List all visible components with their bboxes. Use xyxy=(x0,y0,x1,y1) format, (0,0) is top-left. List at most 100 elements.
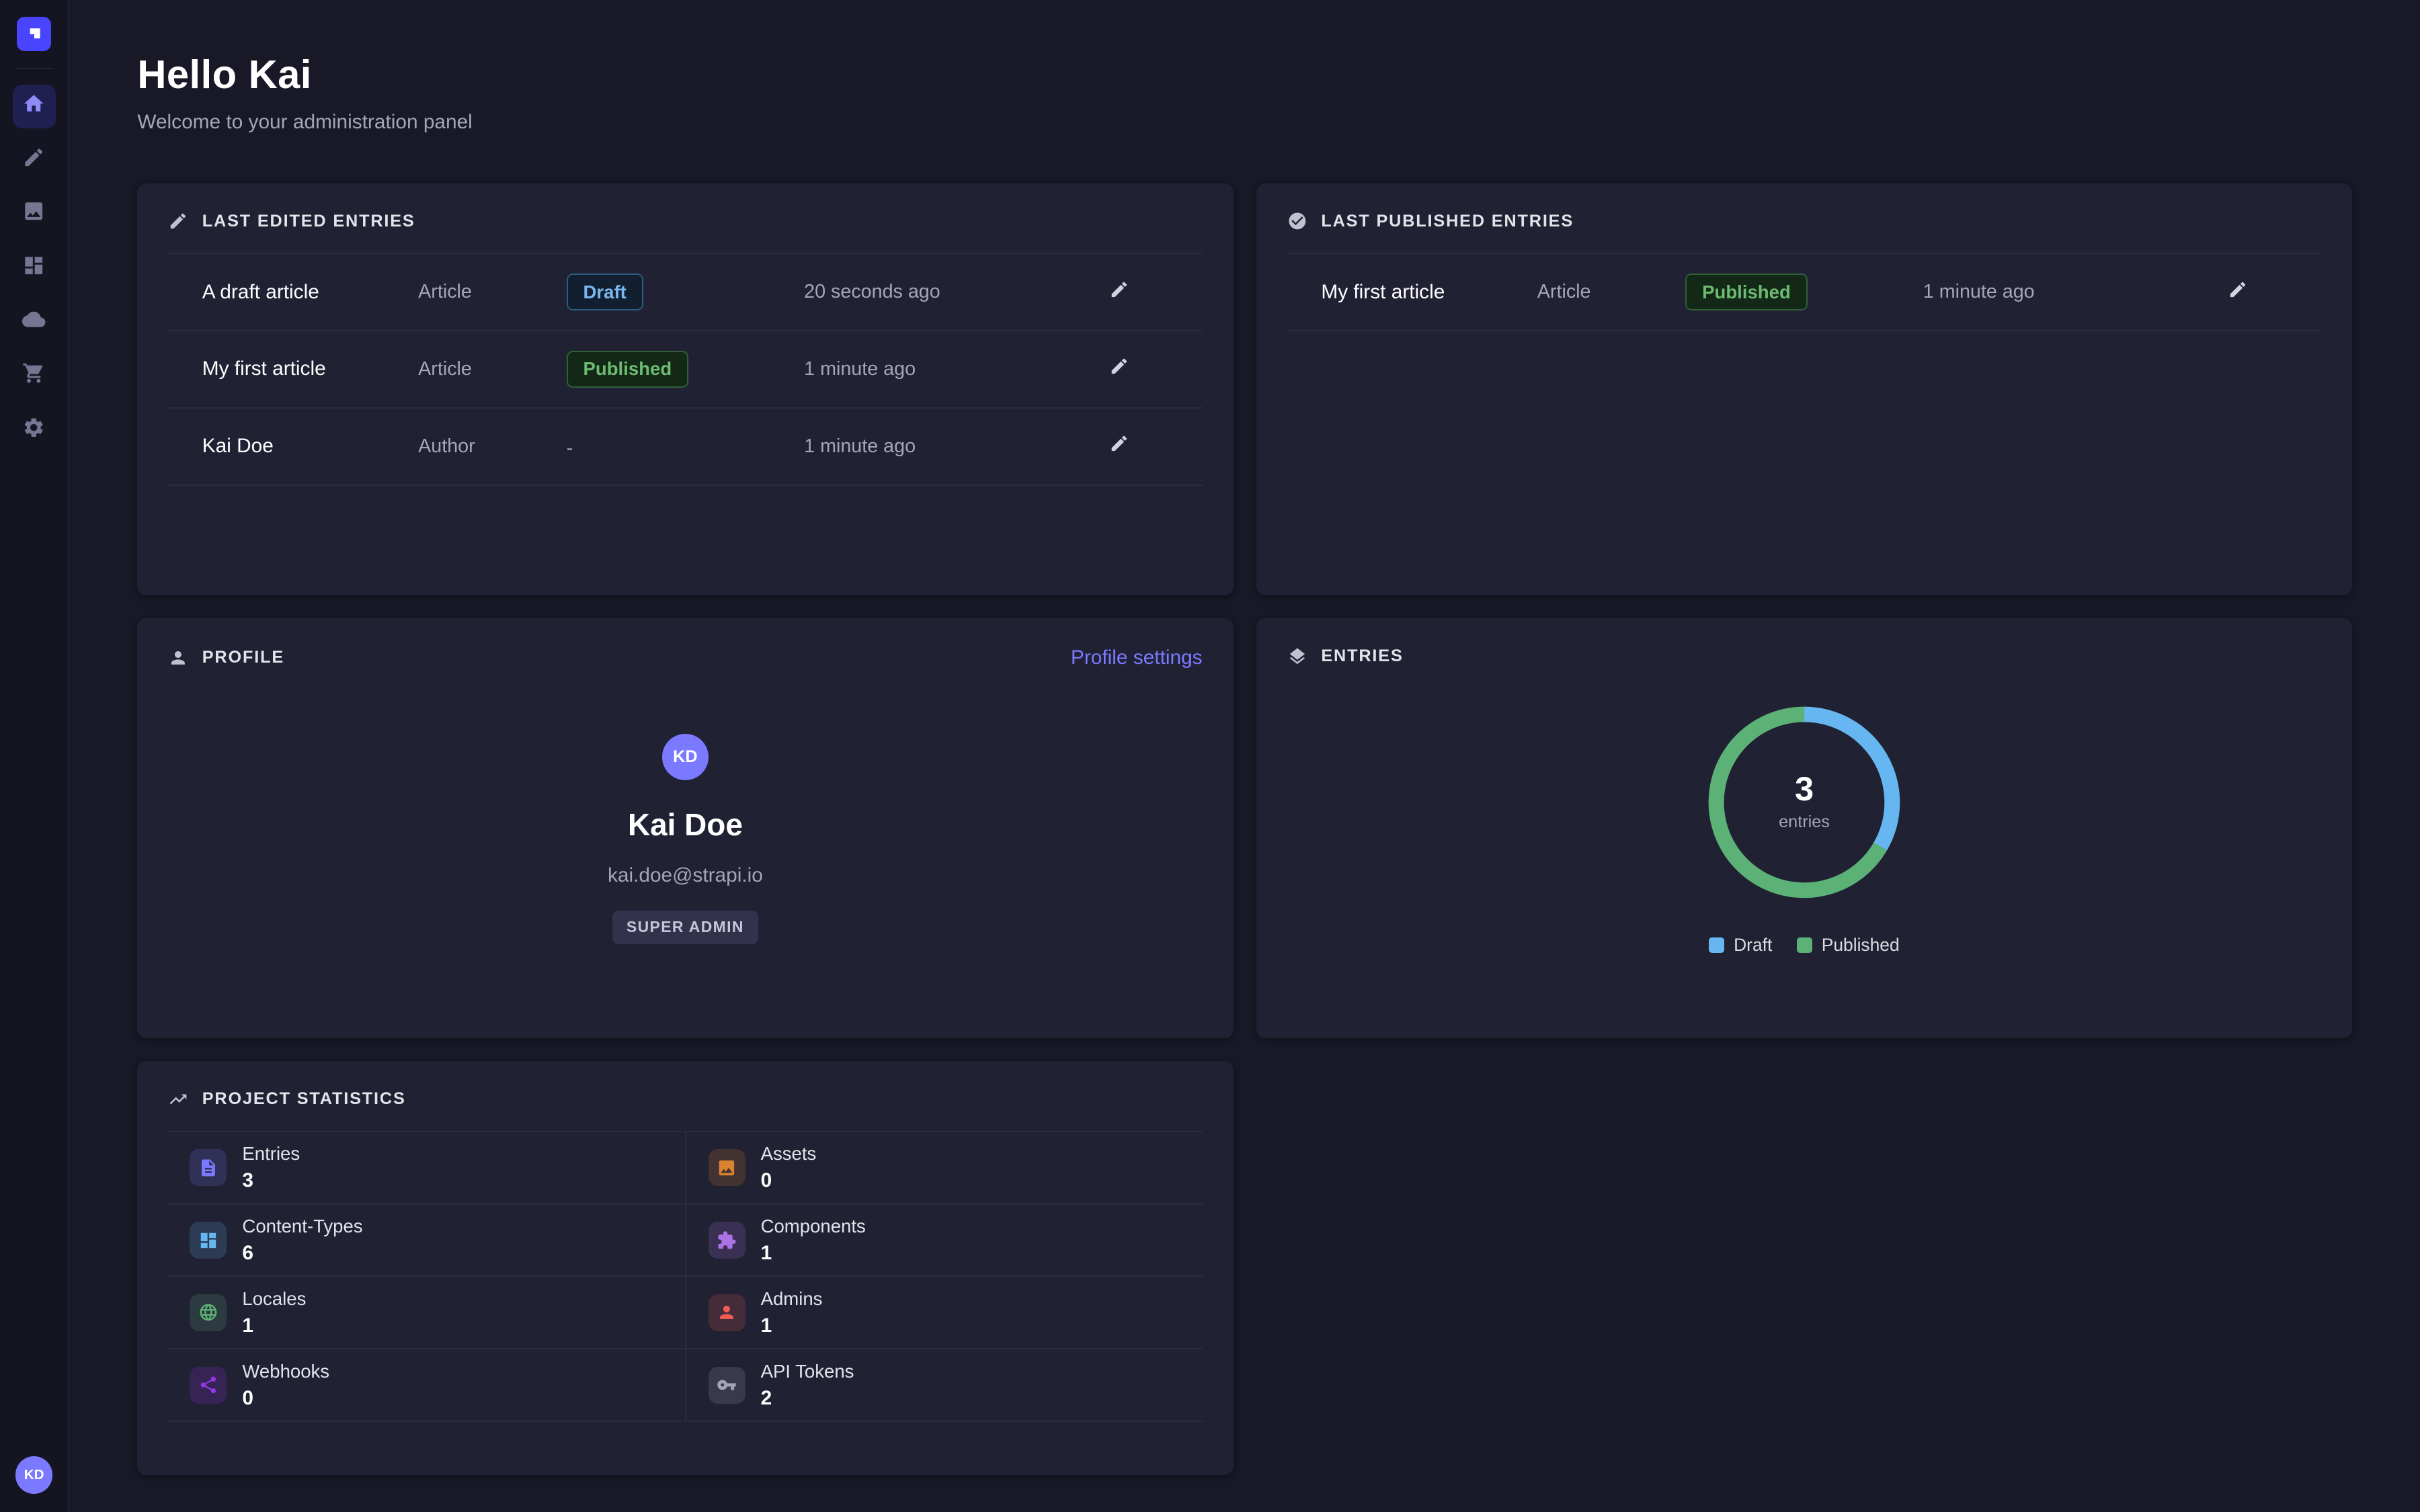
edit-entry-button[interactable] xyxy=(1103,273,1135,310)
pencil-icon xyxy=(2228,280,2248,305)
status-badge: Draft xyxy=(567,274,643,310)
stat-label: Locales xyxy=(242,1288,306,1310)
pencil-icon xyxy=(1109,280,1129,305)
entries-card: ENTRIES 3 entries DraftPublished xyxy=(1256,618,2352,1038)
cloud-icon xyxy=(22,308,45,337)
stat-webhooks[interactable]: Webhooks0 xyxy=(168,1348,685,1421)
entry-row[interactable]: My first articleArticlePublished1 minute… xyxy=(1287,253,2321,330)
last-published-header: LAST PUBLISHED ENTRIES xyxy=(1287,211,2321,231)
share-icon xyxy=(190,1367,227,1404)
entry-kind: Article xyxy=(418,281,566,303)
entry-row[interactable]: A draft articleArticleDraft20 seconds ag… xyxy=(168,253,1202,330)
profile-settings-link[interactable]: Profile settings xyxy=(1071,646,1203,669)
globe-icon xyxy=(190,1294,227,1331)
stat-entries[interactable]: Entries3 xyxy=(168,1131,685,1204)
stat-value: 0 xyxy=(761,1169,817,1192)
stat-label: Content-Types xyxy=(242,1216,362,1237)
sidebar-item-content-type-builder[interactable] xyxy=(13,247,56,290)
key-icon xyxy=(709,1367,745,1404)
entry-row[interactable]: Kai DoeAuthor- 1 minute ago xyxy=(168,407,1202,485)
entry-status-cell: Published xyxy=(567,351,805,387)
trending-up-icon xyxy=(168,1089,188,1109)
stat-text: Webhooks0 xyxy=(242,1361,329,1410)
sidebar-item-media-library[interactable] xyxy=(13,193,56,236)
last-edited-table: A draft articleArticleDraft20 seconds ag… xyxy=(168,253,1202,485)
profile-header: PROFILE Profile settings xyxy=(168,646,1202,669)
status-badge: Published xyxy=(567,351,689,387)
stat-text: Components1 xyxy=(761,1216,866,1265)
stat-components[interactable]: Components1 xyxy=(685,1204,1202,1276)
profile-email: kai.doe@strapi.io xyxy=(608,864,763,887)
edit-entry-button[interactable] xyxy=(2222,273,2254,310)
sidebar-item-deploy[interactable] xyxy=(13,301,56,344)
pencil-icon xyxy=(168,211,188,231)
last-edited-card: LAST EDITED ENTRIES A draft articleArtic… xyxy=(137,183,1233,595)
sidebar-item-content-manager[interactable] xyxy=(13,139,56,182)
sidebar-item-home[interactable] xyxy=(13,85,56,128)
entry-kind: Article xyxy=(1537,281,1685,303)
entry-kind: Author xyxy=(418,435,566,458)
entry-status: - xyxy=(567,437,573,459)
image-icon xyxy=(709,1149,745,1186)
edit-entry-button[interactable] xyxy=(1103,427,1135,465)
entry-kind: Article xyxy=(418,358,566,380)
entry-time: 1 minute ago xyxy=(1923,281,2154,303)
page-subtitle: Welcome to your administration panel xyxy=(137,111,2352,134)
user-avatar[interactable]: KD xyxy=(15,1456,52,1493)
entries-count: 3 xyxy=(1795,772,1814,806)
entry-action-cell xyxy=(1036,427,1203,465)
sidebar-divider xyxy=(15,68,53,69)
stat-value: 2 xyxy=(761,1387,854,1410)
stat-locales[interactable]: Locales1 xyxy=(168,1275,685,1348)
puzzle-icon xyxy=(709,1222,745,1259)
entry-time: 1 minute ago xyxy=(804,358,1035,380)
stat-text: Entries3 xyxy=(242,1143,300,1192)
stat-value: 6 xyxy=(242,1242,362,1265)
entries-count-label: entries xyxy=(1779,812,1830,832)
role-badge: SUPER ADMIN xyxy=(612,911,758,944)
entry-name: My first article xyxy=(1321,281,1537,304)
pencil-icon xyxy=(1109,356,1129,382)
legend-swatch xyxy=(1797,937,1812,953)
stat-content-types[interactable]: Content-Types 6 xyxy=(168,1204,685,1276)
strapi-logo-icon xyxy=(24,24,44,44)
edit-entry-button[interactable] xyxy=(1103,350,1135,388)
sidebar-item-settings[interactable] xyxy=(13,409,56,452)
entry-action-cell xyxy=(1036,273,1203,310)
stat-text: Content-Types 6 xyxy=(242,1216,362,1265)
stat-value: 0 xyxy=(242,1387,329,1410)
entry-status-cell: - xyxy=(567,432,805,460)
card-title: LAST EDITED ENTRIES xyxy=(202,212,415,231)
entry-action-cell xyxy=(2154,273,2321,310)
card-title: ENTRIES xyxy=(1321,646,1403,666)
entries-body: 3 entries DraftPublished xyxy=(1287,667,2321,956)
cart-icon xyxy=(22,362,45,390)
entry-row[interactable]: My first articleArticlePublished1 minute… xyxy=(168,330,1202,407)
last-published-table: My first articleArticlePublished1 minute… xyxy=(1287,253,2321,331)
stat-admins[interactable]: Admins1 xyxy=(685,1275,1202,1348)
strapi-logo[interactable] xyxy=(17,17,51,51)
legend-swatch xyxy=(1709,937,1724,953)
entry-time: 1 minute ago xyxy=(804,435,1035,458)
app-window: KD Hello Kai Welcome to your administrat… xyxy=(0,0,2420,1512)
user-icon xyxy=(168,648,188,668)
sidebar-item-marketplace[interactable] xyxy=(13,355,56,398)
layers-icon xyxy=(1287,646,1307,667)
stat-api-tokens[interactable]: API Tokens2 xyxy=(685,1348,1202,1421)
chart-legend: DraftPublished xyxy=(1709,935,1899,956)
sidebar: KD xyxy=(0,0,69,1512)
stat-assets[interactable]: Assets0 xyxy=(685,1131,1202,1204)
entry-name: Kai Doe xyxy=(202,435,418,458)
home-icon xyxy=(22,92,45,121)
legend-label: Published xyxy=(1822,935,1900,956)
project-statistics-card: PROJECT STATISTICS Entries3 Assets0 Conten… xyxy=(137,1061,1233,1474)
check-circle-icon xyxy=(1287,211,1307,231)
entry-status-cell: Published xyxy=(1685,274,1923,310)
stat-text: API Tokens2 xyxy=(761,1361,854,1410)
profile-name: Kai Doe xyxy=(628,806,743,843)
card-title: LAST PUBLISHED ENTRIES xyxy=(1321,212,1574,231)
stat-text: Locales1 xyxy=(242,1288,306,1337)
card-title: PROJECT STATISTICS xyxy=(202,1089,406,1109)
entry-name: A draft article xyxy=(202,281,418,304)
stats-grid: Entries3 Assets0 Content-Types 6 Components1… xyxy=(168,1131,1202,1423)
